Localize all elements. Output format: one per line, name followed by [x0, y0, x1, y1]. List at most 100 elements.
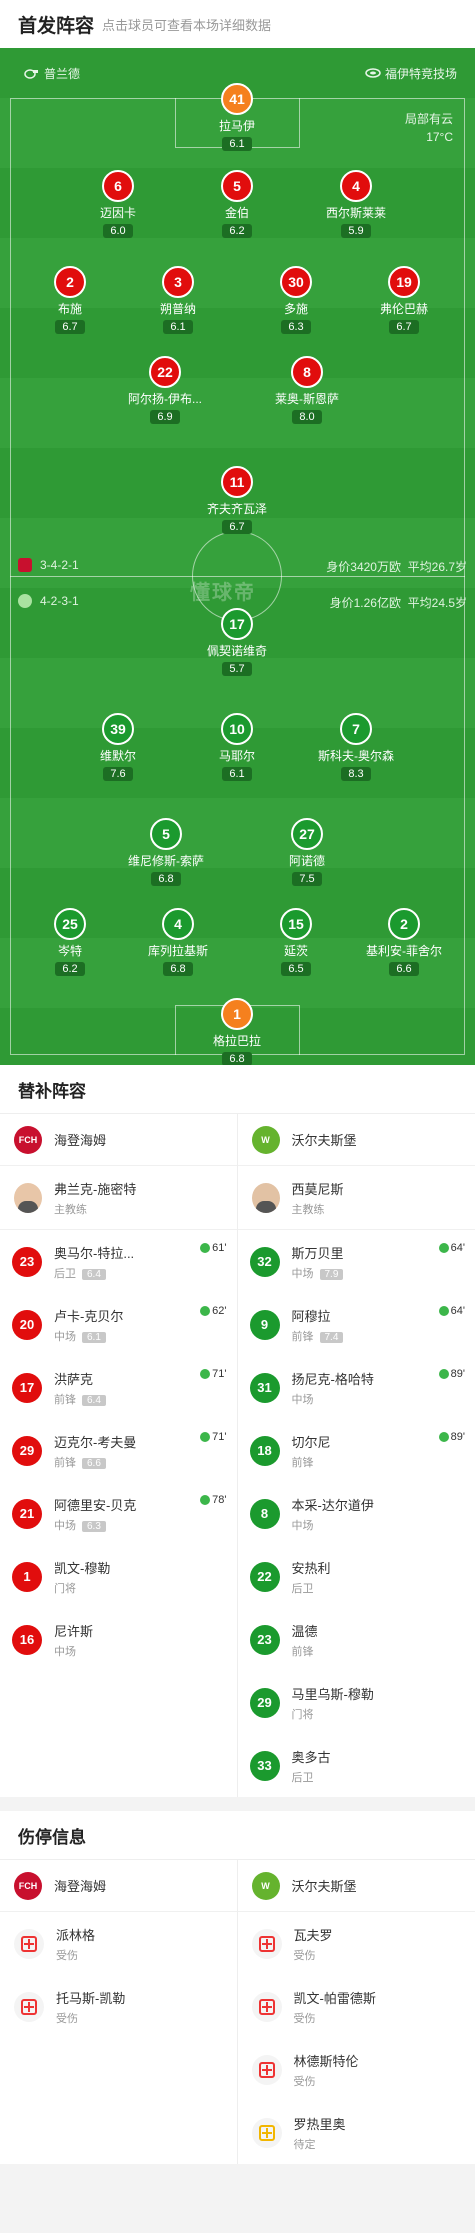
injury-row[interactable]: 林德斯特伦 受伤: [238, 2038, 475, 2101]
player-number: 7: [340, 713, 372, 745]
sub-player-row[interactable]: 20 卢卡-克贝尔 中场 6.1 62': [0, 1293, 237, 1356]
player-number: 20: [12, 1309, 42, 1340]
injury-row[interactable]: 瓦夫罗 受伤: [238, 1912, 475, 1975]
player-rating: 6.5: [281, 962, 311, 976]
away-coach[interactable]: 西莫尼斯 主教练: [237, 1166, 475, 1230]
subs-title: 替补阵容: [0, 1065, 475, 1113]
away-player[interactable]: 2 基利安-菲舍尔 6.6: [349, 908, 459, 977]
home-team-row[interactable]: FCH 海登海姆: [0, 1860, 237, 1912]
injury-row[interactable]: 派林格 受伤: [0, 1912, 237, 1975]
sub-player-row[interactable]: 22 安热利 后卫: [238, 1545, 475, 1608]
sub-player-row[interactable]: 29 迈克尔-考夫曼 前锋 6.6 71': [0, 1419, 237, 1482]
player-number: 29: [249, 1687, 280, 1718]
sub-player-row[interactable]: 29 马里乌斯-穆勒 门将: [238, 1671, 475, 1734]
player-position: 中场: [54, 1645, 76, 1658]
player-rating: 5.7: [222, 662, 252, 676]
home-player[interactable]: 11 齐夫齐瓦泽 6.7: [182, 466, 292, 535]
away-player[interactable]: 27 阿诺德 7.5: [252, 818, 362, 887]
away-player[interactable]: 25 岑特 6.2: [15, 908, 125, 977]
sub-player-row[interactable]: 31 扬尼克-格哈特 中场 89': [238, 1356, 475, 1419]
home-value: 身价3420万欧 平均26.7岁: [326, 560, 467, 574]
injury-row[interactable]: 罗热里奥 待定: [238, 2101, 475, 2164]
medical-kit-icon: [251, 1928, 282, 1959]
home-team-row[interactable]: FCH 海登海姆: [0, 1114, 237, 1166]
sub-player-row[interactable]: 21 阿德里安-贝克 中场 6.3 78': [0, 1482, 237, 1545]
sub-player-row[interactable]: 32 斯万贝里 中场 7.9 64': [238, 1230, 475, 1293]
player-name: 布施: [57, 302, 82, 316]
player-name: 尼许斯: [54, 1623, 94, 1639]
sub-player-row[interactable]: 17 洪萨克 前锋 6.4 71': [0, 1356, 237, 1419]
home-coach[interactable]: 弗兰克-施密特 主教练: [0, 1166, 237, 1230]
player-rating: 6.1: [222, 137, 252, 151]
player-number: 23: [249, 1624, 280, 1655]
injury-row[interactable]: 凯文-帕雷德斯 受伤: [238, 1975, 475, 2038]
sub-player-row[interactable]: 9 阿穆拉 前锋 7.4 64': [238, 1293, 475, 1356]
player-name: 西尔斯莱莱: [325, 206, 386, 220]
sub-player-row[interactable]: 23 奥马尔-特拉... 后卫 6.4 61': [0, 1230, 237, 1293]
away-badge-icon: [18, 594, 32, 608]
home-player[interactable]: 8 莱奥-斯恩萨 8.0: [252, 356, 362, 425]
player-name: 派林格: [56, 1927, 96, 1943]
injury-status: 受伤: [293, 2075, 316, 2088]
away-team-row[interactable]: W 沃尔夫斯堡: [237, 1860, 475, 1912]
lineup-title: 首发阵容: [18, 15, 95, 37]
player-name: 斯万贝里: [291, 1245, 344, 1261]
weather-temp: 17°C: [426, 130, 453, 144]
away-player[interactable]: 15 延茨 6.5: [241, 908, 351, 977]
player-position: 前锋: [291, 1456, 314, 1469]
home-player[interactable]: 3 朔普纳 6.1: [123, 266, 233, 335]
home-player[interactable]: 4 西尔斯莱莱 5.9: [301, 170, 411, 239]
away-player[interactable]: 17 佩契诺维奇 5.7: [182, 608, 292, 677]
sub-player-row[interactable]: 8 本采-达尔道伊 中场: [238, 1482, 475, 1545]
player-rating: 8.3: [341, 767, 371, 781]
player-name: 格拉巴拉: [212, 1034, 261, 1048]
away-player[interactable]: 4 库列拉基斯 6.8: [123, 908, 233, 977]
player-position: 后卫: [291, 1582, 314, 1595]
player-position: 中场: [291, 1393, 314, 1406]
player-rating: 7.4: [319, 1331, 344, 1343]
sub-player-row[interactable]: 18 切尔尼 前锋 89': [238, 1419, 475, 1482]
sub-player-row[interactable]: 23 温德 前锋: [238, 1608, 475, 1671]
away-player[interactable]: 7 斯科夫-奥尔森 8.3: [301, 713, 411, 782]
away-player[interactable]: 10 马耶尔 6.1: [182, 713, 292, 782]
sub-in-icon: 89': [438, 1368, 465, 1380]
player-name: 弗伦巴赫: [379, 302, 428, 316]
pitch: 普兰德 福伊特竞技场 局部有云 17°C 懂球帝 3-4-2-1 身价3420万…: [0, 48, 475, 1067]
away-team-logo-icon: W: [251, 1125, 280, 1154]
player-name: 阿德里安-贝克: [54, 1497, 137, 1513]
player-number: 30: [280, 266, 312, 298]
player-name: 阿尔扬-伊布...: [128, 392, 202, 406]
home-player[interactable]: 41 拉马伊 6.1: [182, 83, 292, 152]
player-name: 扬尼克-格哈特: [291, 1371, 374, 1387]
player-name: 岑特: [57, 944, 82, 958]
injury-title: 伤停信息: [0, 1811, 475, 1859]
player-number: 5: [150, 818, 182, 850]
player-rating: 7.5: [292, 872, 322, 886]
avatar: [14, 1182, 42, 1213]
medical-kit-icon: [14, 1928, 44, 1959]
sub-player-row[interactable]: 16 尼许斯 中场: [0, 1608, 237, 1671]
stadium-name: 福伊特竞技场: [384, 66, 457, 81]
home-player[interactable]: 19 弗伦巴赫 6.7: [349, 266, 459, 335]
player-name: 马里乌斯-穆勒: [291, 1686, 374, 1702]
away-player[interactable]: 1 格拉巴拉 6.8: [182, 998, 292, 1067]
sub-player-row[interactable]: 1 凯文-穆勒 门将: [0, 1545, 237, 1608]
injury-row[interactable]: 托马斯-凯勒 受伤: [0, 1975, 237, 2038]
away-player[interactable]: 39 维默尔 7.6: [63, 713, 173, 782]
home-player[interactable]: 5 金伯 6.2: [182, 170, 292, 239]
player-number: 1: [221, 998, 253, 1030]
away-player[interactable]: 5 维尼修斯-索萨 6.8: [111, 818, 221, 887]
away-team-row[interactable]: W 沃尔夫斯堡: [237, 1114, 475, 1166]
lineup-header: 首发阵容 点击球员可查看本场详细数据: [0, 0, 475, 48]
lineup-subtitle: 点击球员可查看本场详细数据: [102, 17, 272, 33]
home-formation: 3-4-2-1: [18, 558, 79, 572]
player-number: 31: [249, 1372, 280, 1403]
sub-in-icon: 64': [438, 1305, 465, 1317]
home-player[interactable]: 30 多施 6.3: [241, 266, 351, 335]
home-player[interactable]: 22 阿尔扬-伊布... 6.9: [110, 356, 220, 425]
sub-player-row[interactable]: 33 奥多古 后卫: [238, 1734, 475, 1797]
player-number: 22: [249, 1561, 280, 1592]
player-position: 中场: [54, 1330, 76, 1343]
home-player[interactable]: 6 迈因卡 6.0: [63, 170, 173, 239]
home-player[interactable]: 2 布施 6.7: [15, 266, 125, 335]
